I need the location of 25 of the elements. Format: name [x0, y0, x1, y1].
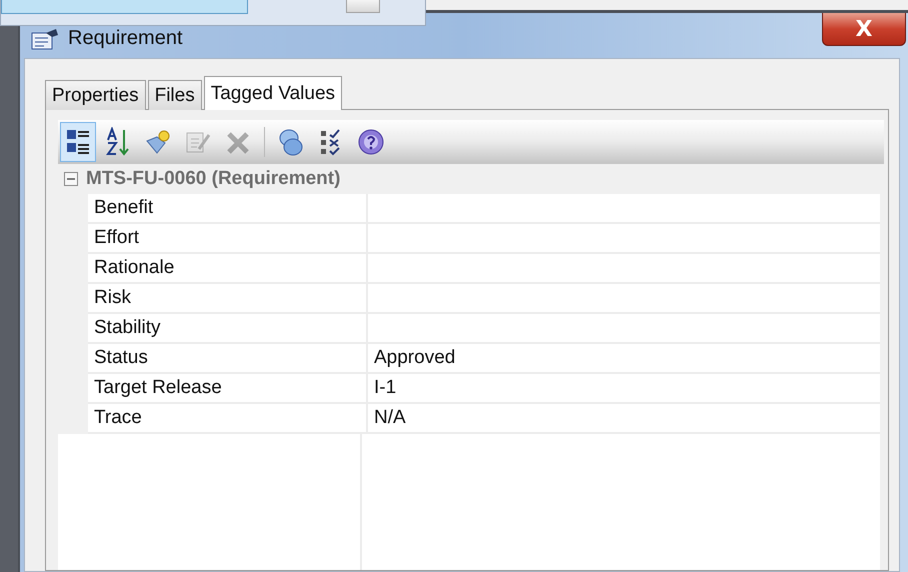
- property-name: Effort: [88, 224, 368, 252]
- tab[interactable]: Properties: [45, 80, 146, 110]
- toolbar-button[interactable]: [60, 122, 96, 162]
- close-button[interactable]: X: [822, 12, 906, 46]
- tab[interactable]: Tagged Values: [204, 76, 342, 110]
- property-value[interactable]: I-1: [368, 374, 880, 402]
- tab[interactable]: Files: [148, 80, 202, 110]
- property-name: Rationale: [88, 254, 368, 282]
- property-name: Status: [88, 344, 368, 372]
- sort-az-icon: [105, 127, 131, 157]
- help-icon: [358, 127, 384, 157]
- property-name: Trace: [88, 404, 368, 432]
- group-title: MTS-FU-0060 (Requirement): [86, 168, 340, 190]
- categorized-view-icon: [65, 127, 91, 157]
- collapse-toggle[interactable]: [64, 172, 78, 186]
- requirement-icon: [30, 27, 60, 51]
- scroll-arrow-button[interactable]: [346, 0, 380, 13]
- property-name: Stability: [88, 314, 368, 342]
- property-name: Benefit: [88, 194, 368, 222]
- property-name: Risk: [88, 284, 368, 312]
- property-value[interactable]: N/A: [368, 404, 880, 432]
- property-name: Target Release: [88, 374, 368, 402]
- tags-icon: [278, 127, 304, 157]
- property-value[interactable]: Approved: [368, 344, 880, 372]
- window-title: Requirement: [68, 27, 183, 50]
